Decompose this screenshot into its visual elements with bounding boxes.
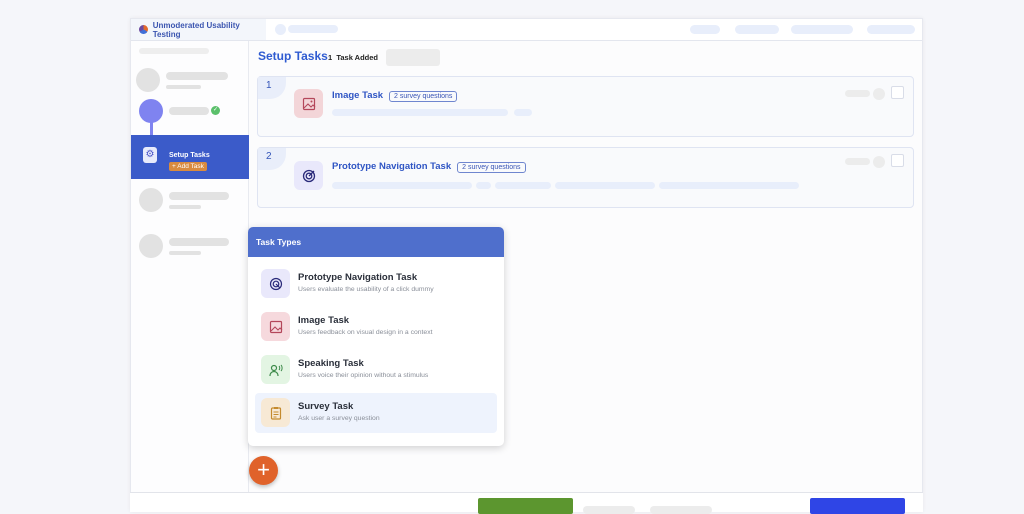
placeholder-text [845, 90, 870, 97]
step-circle[interactable] [139, 188, 163, 212]
menu-item-description: Users feedback on visual design in a con… [298, 329, 433, 336]
task-count-label: Task Added [336, 53, 379, 62]
speaking-person-icon [261, 355, 290, 384]
check-icon: ✓ [211, 106, 220, 115]
step-circle[interactable] [139, 234, 163, 258]
sidebar-item-setup-tasks[interactable]: ⚙ Setup Tasks + Add Task [131, 135, 249, 179]
placeholder-text [659, 182, 799, 189]
task-number: 2 [258, 148, 286, 170]
task-name[interactable]: Image Task 2 survey questions [332, 90, 458, 102]
placeholder-text [555, 182, 655, 189]
placeholder-button[interactable] [650, 506, 712, 514]
app-tab[interactable]: Unmoderated Usability Testing [131, 19, 266, 40]
app-title: Unmoderated Usability Testing [152, 20, 240, 39]
menu-item-image-task[interactable]: Image Task Users feedback on visual desi… [255, 307, 497, 347]
placeholder-text [169, 251, 201, 255]
placeholder-nav[interactable] [867, 25, 915, 34]
task-number: 1 [258, 77, 286, 99]
task-name[interactable]: Prototype Navigation Task 2 survey questi… [332, 161, 526, 173]
task-name-text: Image Task [332, 90, 384, 101]
footer-bar [130, 492, 923, 514]
placeholder-text [495, 182, 551, 189]
placeholder-text [332, 109, 508, 116]
placeholder-icon[interactable] [873, 156, 885, 168]
sidebar: ✓ ⚙ Setup Tasks + Add Task [131, 41, 249, 493]
placeholder-icon[interactable] [873, 88, 885, 100]
page-title: Setup Tasks [258, 49, 328, 63]
survey-questions-badge: 2 survey questions [457, 162, 526, 173]
placeholder-nav[interactable] [735, 25, 779, 34]
menu-item-title: Prototype Navigation Task [298, 272, 418, 283]
image-icon [294, 89, 323, 118]
select-checkbox[interactable] [891, 86, 904, 99]
placeholder-icon [275, 24, 286, 35]
menu-title: Task Types [248, 227, 504, 257]
placeholder-nav[interactable] [791, 25, 853, 34]
placeholder-text [166, 72, 228, 80]
select-checkbox[interactable] [891, 154, 904, 167]
placeholder-text [288, 25, 338, 33]
top-bar: Unmoderated Usability Testing [131, 19, 922, 41]
menu-item-survey-task[interactable]: Survey Task Ask user a survey question [255, 393, 497, 433]
plus-icon: + [257, 457, 270, 482]
sidebar-item-label: Setup Tasks [169, 152, 210, 159]
task-card[interactable]: 1 Image Task 2 survey questions [257, 76, 914, 137]
task-types-menu: Task Types Prototype Navigation Task Use… [248, 227, 504, 446]
clipboard-icon [261, 398, 290, 427]
menu-item-prototype-navigation-task[interactable]: Prototype Navigation Task Users evaluate… [255, 264, 497, 304]
menu-item-title: Speaking Task [298, 358, 364, 369]
task-card[interactable]: 2 Prototype Navigation Task 2 survey ques… [257, 147, 914, 208]
placeholder-text [169, 192, 229, 200]
placeholder-text [514, 109, 532, 116]
add-task-button[interactable]: + Add Task [169, 162, 207, 171]
menu-item-description: Users voice their opinion without a stim… [298, 372, 429, 379]
placeholder-text [845, 158, 870, 165]
image-icon [261, 312, 290, 341]
menu-item-description: Users evaluate the usability of a click … [298, 286, 434, 293]
placeholder-text [169, 107, 209, 115]
menu-item-title: Survey Task [298, 401, 354, 412]
survey-questions-badge: 2 survey questions [389, 91, 458, 102]
placeholder-text [166, 85, 201, 89]
placeholder-text [332, 182, 472, 189]
task-count-number: 1 [328, 53, 333, 62]
menu-item-title: Image Task [298, 315, 350, 326]
placeholder-nav[interactable] [690, 25, 720, 34]
add-task-fab-button[interactable]: + [249, 456, 278, 485]
gear-icon: ⚙ [143, 147, 157, 163]
step-circle-completed[interactable] [139, 99, 163, 123]
target-icon [261, 269, 290, 298]
app-logo-icon [139, 25, 148, 34]
task-name-text: Prototype Navigation Task [332, 161, 452, 172]
placeholder-text [169, 205, 201, 209]
menu-item-description: Ask user a survey question [298, 415, 380, 422]
task-count: 1 Task Added [328, 53, 378, 62]
placeholder-text [139, 48, 209, 54]
placeholder-button[interactable] [583, 506, 635, 514]
placeholder-text [169, 238, 229, 246]
target-icon [294, 161, 323, 190]
placeholder-text [476, 182, 491, 189]
menu-item-speaking-task[interactable]: Speaking Task Users voice their opinion … [255, 350, 497, 390]
step-circle[interactable] [136, 68, 160, 92]
placeholder-button[interactable] [386, 49, 440, 66]
